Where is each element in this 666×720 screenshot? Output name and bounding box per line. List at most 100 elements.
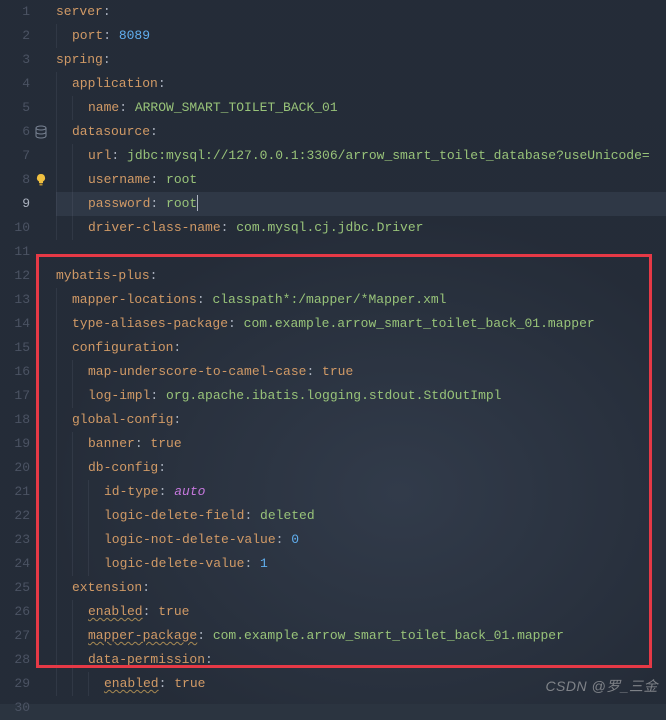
token-col: :	[158, 460, 166, 475]
code-line[interactable]: server:	[56, 0, 666, 24]
line-number: 6	[0, 120, 30, 144]
code-line[interactable]: mybatis-plus:	[56, 264, 666, 288]
code-line[interactable]: driver-class-name: com.mysql.cj.jdbc.Dri…	[56, 216, 666, 240]
token-num: 1	[260, 556, 268, 571]
token-col: :	[103, 28, 119, 43]
token-key: logic-not-delete-value	[104, 532, 276, 547]
code-line[interactable]: enabled: true	[56, 600, 666, 624]
token-auto: auto	[174, 484, 205, 499]
token-key: application	[72, 76, 158, 91]
code-line[interactable]: logic-not-delete-value: 0	[56, 528, 666, 552]
token-col: :	[197, 628, 213, 643]
line-number: 18	[0, 408, 30, 432]
code-line[interactable]: logic-delete-field: deleted	[56, 504, 666, 528]
code-line[interactable]: password: root	[56, 192, 666, 216]
code-line[interactable]: type-aliases-package: com.example.arrow_…	[56, 312, 666, 336]
token-key: datasource	[72, 124, 150, 139]
token-col: :	[306, 364, 322, 379]
token-key: port	[72, 28, 103, 43]
token-col: :	[150, 388, 166, 403]
code-line[interactable]: mapper-locations: classpath*:/mapper/*Ma…	[56, 288, 666, 312]
token-key: logic-delete-value	[104, 556, 244, 571]
line-number: 25	[0, 576, 30, 600]
code-editor[interactable]: 1234567891011121314151617181920212223242…	[0, 0, 666, 704]
code-line[interactable]: username: root	[56, 168, 666, 192]
token-col: :	[158, 76, 166, 91]
token-key: mapper-package	[88, 628, 197, 643]
token-col: :	[150, 196, 166, 211]
line-number: 7	[0, 144, 30, 168]
code-line[interactable]: port: 8089	[56, 24, 666, 48]
token-str: com.mysql.cj.jdbc.Driver	[236, 220, 423, 235]
token-col: :	[150, 268, 158, 283]
token-key: mapper-locations	[72, 292, 197, 307]
line-number: 26	[0, 600, 30, 624]
line-number: 8	[0, 168, 30, 192]
token-col: :	[103, 4, 111, 19]
line-number: 23	[0, 528, 30, 552]
token-col: :	[142, 580, 150, 595]
line-number: 17	[0, 384, 30, 408]
code-line[interactable]: id-type: auto	[56, 480, 666, 504]
token-col: :	[276, 532, 292, 547]
code-area[interactable]: server:port: 8089spring:application:name…	[52, 0, 666, 704]
token-str: com.example.arrow_smart_toilet_back_01.m…	[213, 628, 564, 643]
line-number: 13	[0, 288, 30, 312]
code-line[interactable]: data-permission:	[56, 648, 666, 672]
line-number: 3	[0, 48, 30, 72]
token-key: log-impl	[88, 388, 150, 403]
token-key: global-config	[72, 412, 173, 427]
line-number: 28	[0, 648, 30, 672]
line-number-gutter: 1234567891011121314151617181920212223242…	[0, 0, 36, 704]
token-col: :	[135, 436, 151, 451]
code-line[interactable]: mapper-package: com.example.arrow_smart_…	[56, 624, 666, 648]
db-icon	[34, 125, 48, 139]
line-number: 20	[0, 456, 30, 480]
token-key: extension	[72, 580, 142, 595]
code-line[interactable]: application:	[56, 72, 666, 96]
token-str: classpath*:/mapper/*Mapper.xml	[212, 292, 446, 307]
token-col: :	[173, 412, 181, 427]
token-key: password	[88, 196, 150, 211]
line-number: 21	[0, 480, 30, 504]
token-str: com.example.arrow_smart_toilet_back_01.m…	[244, 316, 595, 331]
token-str: ARROW_SMART_TOILET_BACK_01	[135, 100, 338, 115]
token-str: org.apache.ibatis.logging.stdout.StdOutI…	[166, 388, 501, 403]
token-num: 0	[291, 532, 299, 547]
token-str: deleted	[260, 508, 315, 523]
token-key: name	[88, 100, 119, 115]
code-line[interactable]: logic-delete-value: 1	[56, 552, 666, 576]
token-col: :	[150, 124, 158, 139]
code-line[interactable]: map-underscore-to-camel-case: true	[56, 360, 666, 384]
token-bool: true	[150, 436, 181, 451]
code-line[interactable]: global-config:	[56, 408, 666, 432]
code-line[interactable]: log-impl: org.apache.ibatis.logging.stdo…	[56, 384, 666, 408]
token-bool: true	[174, 676, 205, 691]
code-line[interactable]: extension:	[56, 576, 666, 600]
line-number: 19	[0, 432, 30, 456]
code-line[interactable]: url: jdbc:mysql://127.0.0.1:3306/arrow_s…	[56, 144, 666, 168]
bulb-icon	[34, 173, 48, 187]
line-number: 22	[0, 504, 30, 528]
line-number: 27	[0, 624, 30, 648]
code-line[interactable]: configuration:	[56, 336, 666, 360]
token-key: enabled	[104, 676, 159, 691]
token-key: spring	[56, 52, 103, 67]
token-col: :	[111, 148, 127, 163]
token-col: :	[197, 292, 213, 307]
token-col: :	[119, 100, 135, 115]
text-cursor	[197, 195, 198, 211]
token-key: url	[88, 148, 111, 163]
code-line[interactable]: banner: true	[56, 432, 666, 456]
token-col: :	[244, 556, 260, 571]
token-key: logic-delete-field	[104, 508, 244, 523]
code-line[interactable]	[56, 240, 666, 264]
code-line[interactable]: spring:	[56, 48, 666, 72]
code-line[interactable]: name: ARROW_SMART_TOILET_BACK_01	[56, 96, 666, 120]
token-key: mybatis-plus	[56, 268, 150, 283]
token-col: :	[244, 508, 260, 523]
code-line[interactable]: db-config:	[56, 456, 666, 480]
code-line[interactable]	[56, 696, 666, 720]
code-line[interactable]: datasource:	[56, 120, 666, 144]
token-col: :	[205, 652, 213, 667]
